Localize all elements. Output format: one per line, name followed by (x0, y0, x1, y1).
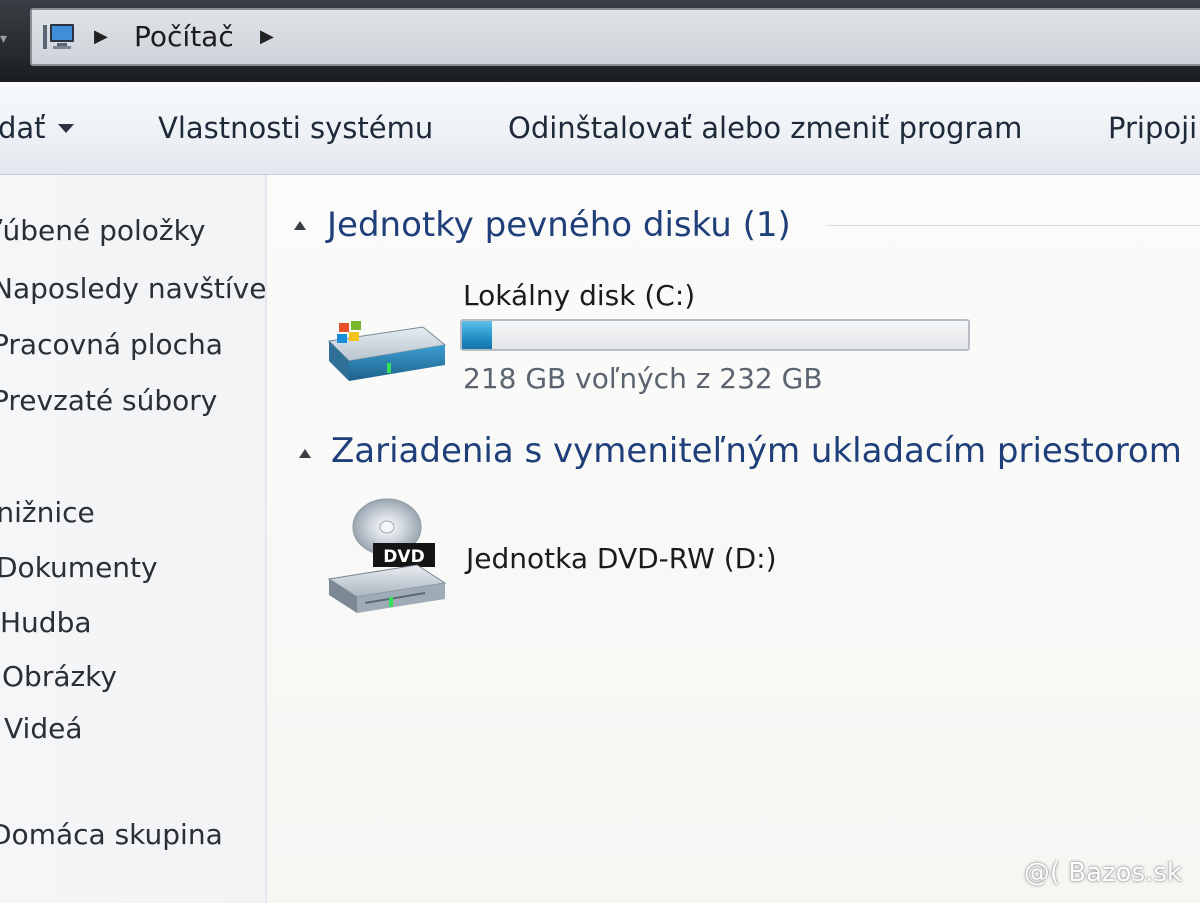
drive-c-label[interactable]: Lokálny disk (C:) (463, 278, 695, 314)
address-bar-area: ▾ ▶ Počítač ▶ (0, 0, 1200, 82)
dvd-drive-icon[interactable]: DVD (325, 497, 449, 617)
breadcrumb-computer[interactable]: Počítač (134, 20, 234, 54)
drive-c-usage-fill (462, 321, 493, 349)
sidebar-item-desktop[interactable]: Pracovná plocha (0, 327, 223, 363)
toolbar-map-drive-button[interactable]: Pripoji (1108, 108, 1197, 148)
nav-dropdown-icon[interactable]: ▾ (0, 30, 18, 48)
dvd-badge-label: DVD (383, 547, 424, 567)
toolbar-uninstall-program-button[interactable]: Odinštalovať alebo zmeniť program (508, 108, 1022, 148)
drive-c-free-space: 218 GB voľných z 232 GB (463, 362, 823, 395)
command-bar: dať Vlastnosti systému Odinštalovať aleb… (0, 82, 1200, 175)
sidebar-item-documents[interactable]: Dokumenty (0, 550, 158, 586)
chevron-down-icon[interactable] (58, 124, 74, 133)
sidebar-item-videos[interactable]: Videá (4, 711, 82, 747)
navigation-pane: ľúbené položky Naposledy navštíver Praco… (0, 175, 267, 903)
watermark: @( Bazos.sk (1023, 858, 1182, 888)
explorer-window: ▾ ▶ Počítač ▶ dať Vlastnosti systému Odi… (0, 0, 1200, 903)
group-header-removable[interactable]: Zariadenia s vymeniteľným ukladacím prie… (331, 431, 1182, 471)
drive-c-usage-bar (460, 319, 970, 351)
drive-d-label[interactable]: Jednotka DVD-RW (D:) (466, 541, 777, 577)
sidebar-item-pictures[interactable]: Obrázky (2, 659, 117, 695)
group-header-hard-disk[interactable]: Jednotky pevného disku (1) (327, 205, 791, 245)
address-bar[interactable]: ▶ Počítač ▶ (30, 8, 1200, 66)
sidebar-item-recent-places[interactable]: Naposledy navštíver (0, 271, 265, 307)
toolbar-system-properties-button[interactable]: Vlastnosti systému (158, 108, 433, 148)
computer-icon (43, 24, 74, 49)
sidebar-item-downloads[interactable]: Prevzaté súbory (0, 383, 217, 419)
breadcrumb-separator-icon[interactable]: ▶ (94, 25, 108, 49)
breadcrumb-separator-icon[interactable]: ▶ (260, 25, 274, 49)
sidebar-item-music[interactable]: Hudba (0, 605, 92, 641)
group-divider (827, 225, 1200, 226)
content-pane: Jednotky pevného disku (1) Lokálny disk … (267, 175, 1200, 903)
collapse-group-icon[interactable] (294, 221, 306, 230)
collapse-group-icon[interactable] (299, 449, 311, 458)
sidebar-item-favorites[interactable]: ľúbené položky (0, 213, 205, 249)
toolbar-organize-button[interactable]: dať (0, 108, 46, 148)
hard-drive-icon[interactable] (319, 315, 447, 385)
sidebar-item-libraries[interactable]: Knižnice (0, 495, 95, 531)
sidebar-item-homegroup[interactable]: Domáca skupina (0, 817, 223, 853)
